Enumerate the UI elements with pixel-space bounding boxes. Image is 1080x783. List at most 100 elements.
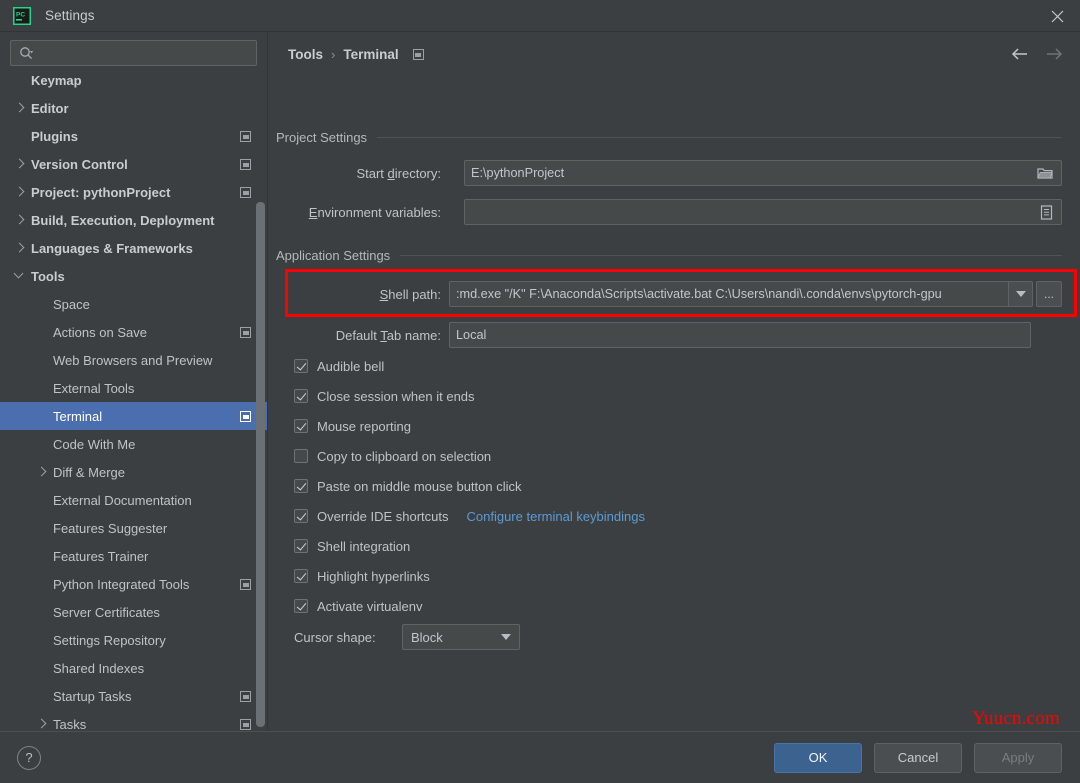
environment-variables-input[interactable] <box>464 199 1062 225</box>
sidebar-item-features-trainer[interactable]: Features Trainer <box>0 542 267 570</box>
breadcrumb: Tools › Terminal <box>268 32 1080 76</box>
checkbox-label-audible-bell[interactable]: Audible bell <box>317 359 384 374</box>
chevron-down-icon[interactable] <box>14 270 26 282</box>
sidebar-scrollbar-thumb[interactable] <box>256 202 265 727</box>
checkbox-label-override-ide-shortcuts[interactable]: Override IDE shortcuts <box>317 509 449 524</box>
shell-path-browse-button[interactable]: ... <box>1036 281 1062 307</box>
sidebar-item-label: Diff & Merge <box>53 464 126 480</box>
sidebar-item-tasks[interactable]: Tasks <box>0 710 267 731</box>
modified-mark-icon <box>240 326 251 338</box>
checkbox-row-shell-integration: Shell integration <box>294 534 1062 558</box>
checkbox-label-shell-integration[interactable]: Shell integration <box>317 539 410 554</box>
sidebar-item-editor[interactable]: Editor <box>0 94 267 122</box>
checkbox-audible-bell[interactable] <box>294 359 308 373</box>
checkbox-mouse-reporting[interactable] <box>294 419 308 433</box>
checkbox-highlight-hyperlinks[interactable] <box>294 569 308 583</box>
sidebar-item-label: Shared Indexes <box>53 660 145 676</box>
checkbox-label-highlight-hyperlinks[interactable]: Highlight hyperlinks <box>317 569 430 584</box>
application-settings-section-header: Application Settings <box>276 244 1062 266</box>
close-icon[interactable] <box>1034 0 1080 32</box>
sidebar-item-plugins[interactable]: Plugins <box>0 122 267 150</box>
sidebar-item-label: External Documentation <box>53 492 192 508</box>
shell-path-dropdown-button[interactable] <box>1008 282 1032 306</box>
arrow-left-icon[interactable] <box>1010 44 1030 64</box>
checkbox-label-paste-on-middle-mouse-button-click[interactable]: Paste on middle mouse button click <box>317 479 522 494</box>
modified-mark-icon <box>240 718 251 730</box>
checkbox-copy-to-clipboard-on-selection[interactable] <box>294 449 308 463</box>
sidebar-item-diff-merge[interactable]: Diff & Merge <box>0 458 267 486</box>
search-box[interactable] <box>10 40 257 66</box>
shell-path-input[interactable]: :md.exe "/K" F:\Anaconda\Scripts\activat… <box>449 281 1033 307</box>
checkbox-shell-integration[interactable] <box>294 539 308 553</box>
checkbox-override-ide-shortcuts[interactable] <box>294 509 308 523</box>
sidebar-item-web-browsers-and-preview[interactable]: Web Browsers and Preview <box>0 346 267 374</box>
cursor-shape-select[interactable]: Block <box>402 624 520 650</box>
sidebar-item-features-suggester[interactable]: Features Suggester <box>0 514 267 542</box>
default-tab-name-input[interactable]: Local <box>449 322 1031 348</box>
cursor-shape-label: Cursor shape: <box>294 629 376 645</box>
chevron-right-icon[interactable] <box>36 466 48 478</box>
sidebar-item-shared-indexes[interactable]: Shared Indexes <box>0 654 267 682</box>
apply-button[interactable]: Apply <box>974 742 1062 773</box>
breadcrumb-parent[interactable]: Tools <box>288 47 323 62</box>
checkbox-label-activate-virtualenv[interactable]: Activate virtualenv <box>317 599 423 614</box>
sidebar-item-version-control[interactable]: Version Control <box>0 150 267 178</box>
sidebar-item-terminal[interactable]: Terminal <box>0 402 267 430</box>
sidebar-item-server-certificates[interactable]: Server Certificates <box>0 598 267 626</box>
chevron-right-icon[interactable] <box>14 102 26 114</box>
checkbox-label-close-session-when-it-ends[interactable]: Close session when it ends <box>317 389 475 404</box>
configure-terminal-keybindings-link[interactable]: Configure terminal keybindings <box>467 509 645 524</box>
ok-button[interactable]: OK <box>774 742 862 773</box>
search-input[interactable] <box>34 45 250 61</box>
cursor-shape-row: Cursor shape: Block <box>294 624 520 650</box>
sidebar-item-external-documentation[interactable]: External Documentation <box>0 486 267 514</box>
shell-path-label-accel: S <box>379 286 389 302</box>
folder-icon[interactable] <box>1037 166 1053 180</box>
checkbox-label-mouse-reporting[interactable]: Mouse reporting <box>317 419 411 434</box>
checkbox-close-session-when-it-ends[interactable] <box>294 389 308 403</box>
sidebar-item-python-integrated-tools[interactable]: Python Integrated Tools <box>0 570 267 598</box>
chevron-right-icon[interactable] <box>14 214 26 226</box>
chevron-right-icon[interactable] <box>14 186 26 198</box>
sidebar-item-external-tools[interactable]: External Tools <box>0 374 267 402</box>
modified-mark-icon <box>240 690 251 702</box>
sidebar-item-label: Project: pythonProject <box>31 184 171 200</box>
checkbox-paste-on-middle-mouse-button-click[interactable] <box>294 479 308 493</box>
checkbox-row-activate-virtualenv: Activate virtualenv <box>294 594 1062 618</box>
cancel-button[interactable]: Cancel <box>874 742 962 773</box>
checkbox-row-audible-bell: Audible bell <box>294 354 1062 378</box>
sidebar-item-label: Server Certificates <box>53 604 160 620</box>
sidebar-item-languages-frameworks[interactable]: Languages & Frameworks <box>0 234 267 262</box>
chevron-right-icon[interactable] <box>36 718 48 730</box>
start-directory-row: Start directory: E:\pythonProject <box>276 160 1062 186</box>
sidebar-item-label: Tools <box>31 268 65 284</box>
start-directory-input[interactable]: E:\pythonProject <box>464 160 1062 186</box>
checkbox-label-copy-to-clipboard-on-selection[interactable]: Copy to clipboard on selection <box>317 449 491 464</box>
sidebar-item-space[interactable]: Space <box>0 290 267 318</box>
sidebar-item-code-with-me[interactable]: Code With Me <box>0 430 267 458</box>
sidebar-item-startup-tasks[interactable]: Startup Tasks <box>0 682 267 710</box>
settings-tree[interactable]: Keymap Editor Plugins Version Control Projec… <box>0 72 267 731</box>
shell-path-label: Shell path: <box>294 287 441 302</box>
checkbox-row-copy-to-clipboard-on-selection: Copy to clipboard on selection <box>294 444 1062 468</box>
sidebar-item-actions-on-save[interactable]: Actions on Save <box>0 318 267 346</box>
section-divider <box>400 254 1062 256</box>
project-settings-title: Project Settings <box>276 129 368 145</box>
sidebar-item-settings-repository[interactable]: Settings Repository <box>0 626 267 654</box>
sidebar-item-label: Terminal <box>53 408 103 424</box>
help-button[interactable]: ? <box>17 745 41 770</box>
tabname-label-post: ab name: <box>386 327 441 343</box>
list-edit-icon[interactable] <box>1040 204 1053 220</box>
sidebar-item-tools[interactable]: Tools <box>0 262 267 290</box>
navigation-buttons <box>1010 32 1064 76</box>
environment-variables-label: Environment variables: <box>276 205 441 220</box>
sidebar-item-keymap[interactable]: Keymap <box>0 72 267 94</box>
checkbox-activate-virtualenv[interactable] <box>294 599 308 613</box>
chevron-right-icon[interactable] <box>14 242 26 254</box>
chevron-right-icon[interactable] <box>14 158 26 170</box>
sidebar-item-project-pythonproject[interactable]: Project: pythonProject <box>0 178 267 206</box>
sidebar-item-build-execution-deployment[interactable]: Build, Execution, Deployment <box>0 206 267 234</box>
